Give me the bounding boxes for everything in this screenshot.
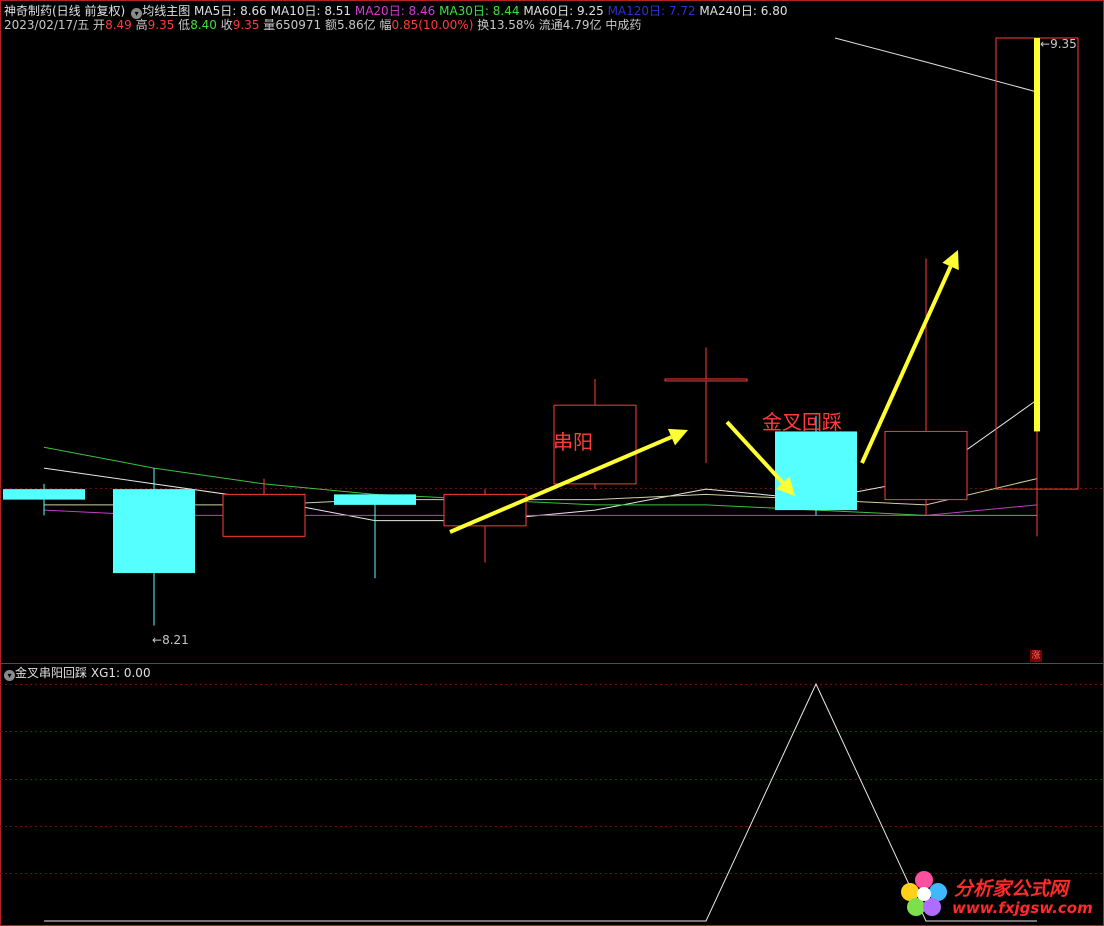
high-value: 9.35 <box>147 18 175 32</box>
candle <box>664 347 748 463</box>
sub-chart-value: XG1: 0.00 <box>90 666 151 680</box>
limit-up-bar <box>1034 38 1040 432</box>
change-label: 幅 <box>379 18 392 32</box>
turnover-value: 换13.58% <box>477 18 535 32</box>
ma-value-2: MA20日: 8.46 <box>351 4 436 18</box>
chart-canvas <box>0 0 1104 926</box>
ma-value-5: MA120日: 7.72 <box>603 4 696 18</box>
low-price-marker: ←8.21 <box>152 633 189 647</box>
candle-body <box>222 493 306 537</box>
high-label: 高 <box>135 18 148 32</box>
candle <box>334 494 416 579</box>
candle <box>995 37 1079 537</box>
candle <box>222 478 306 537</box>
candle-body <box>443 493 527 527</box>
close-value: 9.35 <box>232 18 260 32</box>
ma-value-4: MA60日: 9.25 <box>519 4 604 18</box>
volume-value: 650971 <box>275 18 322 32</box>
volume-label: 量 <box>263 18 276 32</box>
candle <box>113 468 195 626</box>
stock-name[interactable]: 神奇制药(日线 前复权) <box>4 4 125 18</box>
sector-value: 中成药 <box>605 18 642 32</box>
ma60-line <box>834 37 1038 93</box>
ma-value-6: MA240日: 6.80 <box>695 4 788 18</box>
candle <box>443 489 527 563</box>
watermark-url: www.fxjgsw.com <box>952 899 1093 917</box>
close-label: 收 <box>220 18 233 32</box>
ma-value-3: MA30日: 8.44 <box>435 4 520 18</box>
flower-logo-icon <box>901 871 947 916</box>
limit-up-badge[interactable]: 涨 <box>1030 650 1042 662</box>
candle-body <box>113 489 195 574</box>
annotation-golden-cross-pullback: 金叉回踩 <box>762 410 842 434</box>
sub-chart-gridlines <box>0 684 1104 874</box>
ma-values: MA5日: 8.66 MA10日: 8.51 MA20日: 8.46 MA30日… <box>194 4 787 18</box>
sub-chart-header: ▾ 金叉串阳回踩 XG1: 0.00 <box>4 666 151 681</box>
ma-value-0: MA5日: 8.66 <box>194 4 267 18</box>
sub-chart-title[interactable]: 金叉串阳回踩 <box>15 666 87 680</box>
candle-body <box>334 494 416 505</box>
candlestick-series <box>3 37 1079 626</box>
open-value: 8.49 <box>105 18 132 32</box>
xg1-signal-path <box>44 682 1037 922</box>
quote-row: 2023/02/17/五 开8.49 高9.35 低8.40 收9.35 量65… <box>4 18 641 32</box>
candle-body <box>664 378 748 382</box>
circle-chevron-down-icon[interactable]: ▾ <box>4 670 15 681</box>
low-label: 低 <box>178 18 191 32</box>
float-cap-value: 流通4.79亿 <box>538 18 602 32</box>
candle-body <box>775 431 857 511</box>
change-value: 0.85(10.00%) <box>391 18 474 32</box>
open-label: 开 <box>93 18 106 32</box>
signal-line <box>44 682 1037 922</box>
annotation-chuanyang: 串阳 <box>553 430 593 454</box>
amount-value: 额5.86亿 <box>324 18 376 32</box>
low-value: 8.40 <box>190 18 217 32</box>
candle-body <box>884 430 968 501</box>
candle-body <box>3 489 85 500</box>
ma-value-1: MA10日: 8.51 <box>266 4 352 18</box>
watermark-name: 分析家公式网 <box>954 878 1069 900</box>
quote-date: 2023/02/17/五 <box>4 18 90 32</box>
high-price-marker: ←9.35 <box>1040 37 1077 51</box>
watermark: 分析家公式网 www.fxjgsw.com <box>896 866 1096 922</box>
main-indicator-name[interactable]: 均线主图 <box>142 4 190 18</box>
header-row: 神奇制药(日线 前复权) ▾ 均线主图 MA5日: 8.66 MA10日: 8.51… <box>4 4 787 19</box>
